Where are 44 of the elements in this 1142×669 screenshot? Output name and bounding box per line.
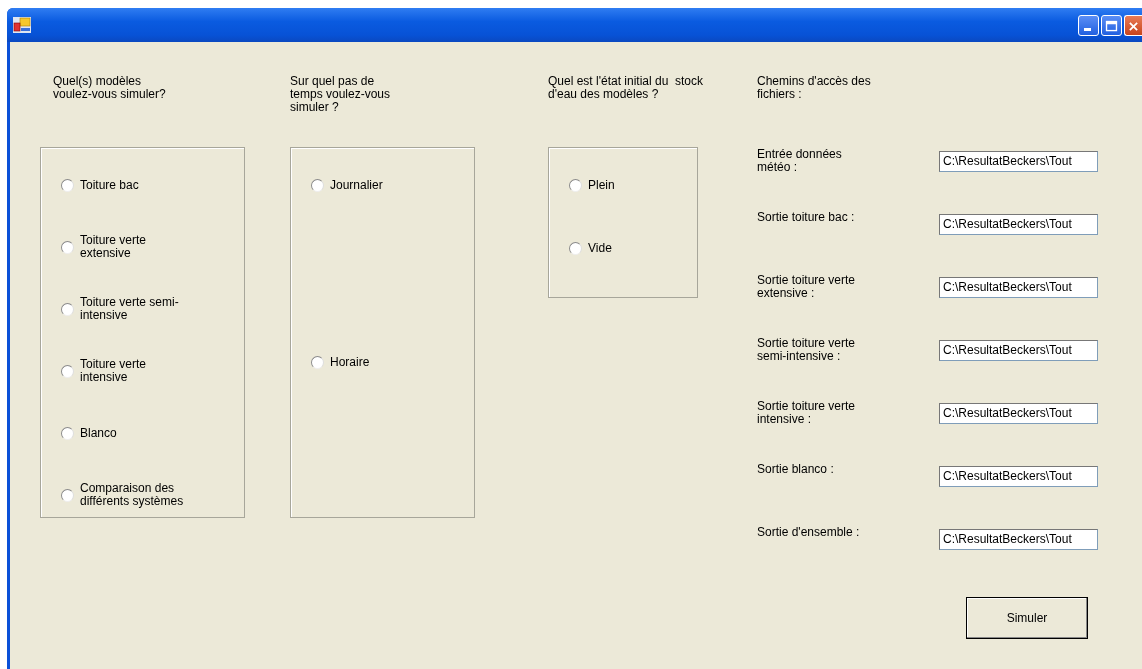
radio-label[interactable]: Toiture verte semi- intensive <box>80 296 179 322</box>
radio-button[interactable] <box>569 178 582 192</box>
radio-button[interactable] <box>61 178 74 192</box>
path-field[interactable]: C:\ResultatBeckers\Tout <box>939 339 1098 361</box>
maximize-button[interactable] <box>1101 14 1122 36</box>
radio-label[interactable]: Journalier <box>330 178 383 192</box>
radio-label[interactable]: Horaire <box>330 355 370 369</box>
radio-button[interactable] <box>311 355 324 369</box>
section-heading: Chemins d'accès des fichiers : <box>757 75 871 101</box>
simulate-button[interactable]: Simuler <box>966 597 1088 639</box>
path-field[interactable]: C:\ResultatBeckers\Tout <box>939 150 1098 172</box>
path-label: Sortie toiture verte intensive : <box>757 399 857 426</box>
radio-label[interactable]: Toiture verte intensive <box>80 358 147 384</box>
path-field[interactable]: C:\ResultatBeckers\Tout <box>939 213 1098 235</box>
app-icon <box>13 17 31 33</box>
path-label: Sortie d'ensemble : <box>757 525 861 539</box>
path-label: Sortie toiture bac : <box>757 210 856 224</box>
radio-label[interactable]: Plein <box>588 178 615 192</box>
radio-button[interactable] <box>311 178 324 192</box>
radio-button[interactable] <box>569 241 582 255</box>
path-label: Sortie toiture verte semi-intensive : <box>757 336 857 363</box>
question-label: Sur quel pas de temps voulez-vous simuler ? <box>290 75 391 114</box>
path-field[interactable]: C:\ResultatBeckers\Tout <box>939 402 1098 424</box>
close-button[interactable] <box>1124 14 1142 36</box>
radio-button[interactable] <box>61 488 74 502</box>
question-label: Quel est l'état initial du stock d'eau des modèles ? <box>548 75 704 101</box>
radio-button[interactable] <box>61 240 74 254</box>
radio-label[interactable]: Toiture bac <box>80 178 139 192</box>
question-label: Quel(s) modèles voulez-vous simuler? <box>53 75 166 101</box>
radio-label[interactable]: Blanco <box>80 426 117 440</box>
radio-label[interactable]: Comparaison des différents systèmes <box>80 482 184 508</box>
path-label: Sortie blanco : <box>757 462 835 476</box>
radio-button[interactable] <box>61 364 74 378</box>
radio-label[interactable]: Toiture verte extensive <box>80 234 147 260</box>
minimize-button[interactable] <box>1078 14 1099 36</box>
radio-label[interactable]: Vide <box>588 241 612 255</box>
path-label: Entrée données météo : <box>757 147 843 174</box>
minimize-icon <box>1084 27 1091 31</box>
path-field[interactable]: C:\ResultatBeckers\Tout <box>939 528 1098 550</box>
path-field[interactable]: C:\ResultatBeckers\Tout <box>939 465 1098 487</box>
path-field[interactable]: C:\ResultatBeckers\Tout <box>939 276 1098 298</box>
path-label: Sortie toiture verte extensive : <box>757 273 857 300</box>
radio-button[interactable] <box>61 302 74 316</box>
radio-button[interactable] <box>61 426 74 440</box>
